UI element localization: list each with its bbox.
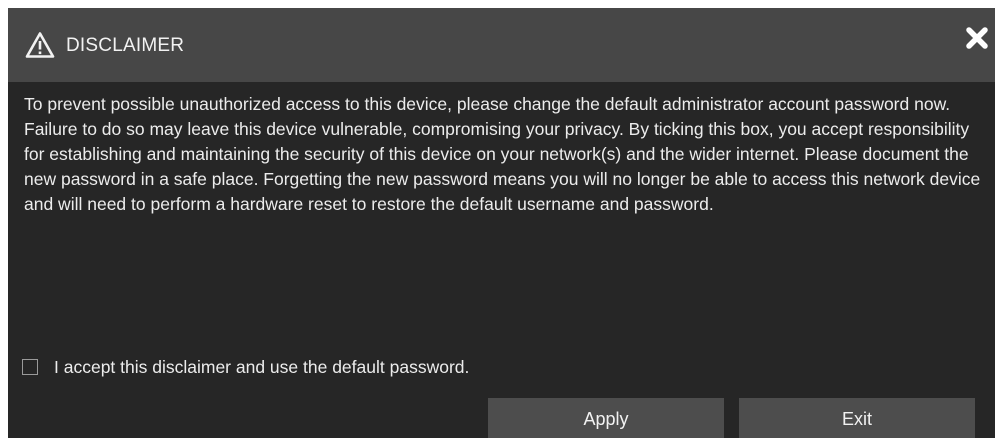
disclaimer-dialog: DISCLAIMER To prevent possible unauthori… xyxy=(8,8,995,438)
disclaimer-message: To prevent possible unauthorized access … xyxy=(24,94,981,214)
accept-disclaimer-checkbox[interactable] xyxy=(22,359,38,375)
dialog-titlebar: DISCLAIMER xyxy=(8,8,995,82)
apply-button[interactable]: Apply xyxy=(488,398,724,438)
exit-button[interactable]: Exit xyxy=(739,398,975,438)
warning-triangle-icon xyxy=(25,31,55,59)
close-button[interactable] xyxy=(963,24,991,52)
accept-disclaimer-label[interactable]: I accept this disclaimer and use the def… xyxy=(54,357,469,378)
close-x-icon xyxy=(963,24,991,52)
dialog-title: DISCLAIMER xyxy=(66,35,185,56)
